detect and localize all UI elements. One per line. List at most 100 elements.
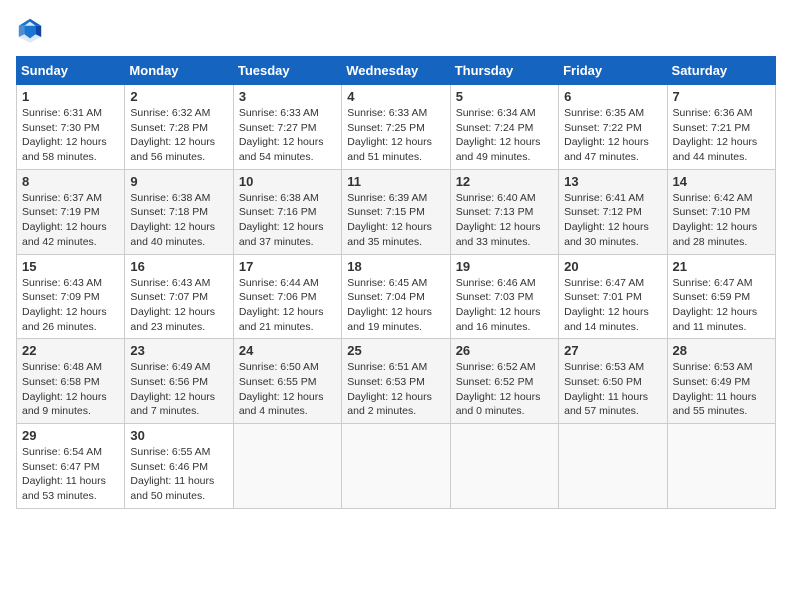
day-info: Sunrise: 6:44 AMSunset: 7:06 PMDaylight:… — [239, 276, 336, 335]
day-of-week-header: Monday — [125, 57, 233, 85]
calendar-cell — [450, 424, 558, 509]
calendar-cell: 30 Sunrise: 6:55 AMSunset: 6:46 PMDaylig… — [125, 424, 233, 509]
day-info: Sunrise: 6:48 AMSunset: 6:58 PMDaylight:… — [22, 360, 119, 419]
day-number: 20 — [564, 259, 661, 274]
day-info: Sunrise: 6:47 AMSunset: 7:01 PMDaylight:… — [564, 276, 661, 335]
day-number: 3 — [239, 89, 336, 104]
calendar-cell: 22 Sunrise: 6:48 AMSunset: 6:58 PMDaylig… — [17, 339, 125, 424]
day-number: 15 — [22, 259, 119, 274]
day-info: Sunrise: 6:36 AMSunset: 7:21 PMDaylight:… — [673, 106, 770, 165]
calendar-cell: 10 Sunrise: 6:38 AMSunset: 7:16 PMDaylig… — [233, 169, 341, 254]
day-number: 16 — [130, 259, 227, 274]
logo — [16, 16, 48, 44]
day-number: 24 — [239, 343, 336, 358]
day-number: 5 — [456, 89, 553, 104]
calendar-cell: 19 Sunrise: 6:46 AMSunset: 7:03 PMDaylig… — [450, 254, 558, 339]
day-info: Sunrise: 6:39 AMSunset: 7:15 PMDaylight:… — [347, 191, 444, 250]
calendar-cell: 9 Sunrise: 6:38 AMSunset: 7:18 PMDayligh… — [125, 169, 233, 254]
day-info: Sunrise: 6:46 AMSunset: 7:03 PMDaylight:… — [456, 276, 553, 335]
day-of-week-header: Tuesday — [233, 57, 341, 85]
day-info: Sunrise: 6:34 AMSunset: 7:24 PMDaylight:… — [456, 106, 553, 165]
calendar-cell: 1 Sunrise: 6:31 AMSunset: 7:30 PMDayligh… — [17, 85, 125, 170]
calendar-cell — [233, 424, 341, 509]
day-number: 21 — [673, 259, 770, 274]
day-number: 25 — [347, 343, 444, 358]
calendar-cell — [342, 424, 450, 509]
calendar-cell: 20 Sunrise: 6:47 AMSunset: 7:01 PMDaylig… — [559, 254, 667, 339]
day-number: 8 — [22, 174, 119, 189]
day-info: Sunrise: 6:42 AMSunset: 7:10 PMDaylight:… — [673, 191, 770, 250]
calendar-cell: 7 Sunrise: 6:36 AMSunset: 7:21 PMDayligh… — [667, 85, 775, 170]
logo-icon — [16, 16, 44, 44]
day-number: 9 — [130, 174, 227, 189]
day-info: Sunrise: 6:51 AMSunset: 6:53 PMDaylight:… — [347, 360, 444, 419]
calendar-header-row: SundayMondayTuesdayWednesdayThursdayFrid… — [17, 57, 776, 85]
day-number: 28 — [673, 343, 770, 358]
day-number: 2 — [130, 89, 227, 104]
day-info: Sunrise: 6:33 AMSunset: 7:25 PMDaylight:… — [347, 106, 444, 165]
calendar-week-row: 8 Sunrise: 6:37 AMSunset: 7:19 PMDayligh… — [17, 169, 776, 254]
day-of-week-header: Thursday — [450, 57, 558, 85]
day-number: 14 — [673, 174, 770, 189]
day-info: Sunrise: 6:35 AMSunset: 7:22 PMDaylight:… — [564, 106, 661, 165]
day-number: 1 — [22, 89, 119, 104]
day-number: 30 — [130, 428, 227, 443]
day-info: Sunrise: 6:40 AMSunset: 7:13 PMDaylight:… — [456, 191, 553, 250]
calendar-cell: 23 Sunrise: 6:49 AMSunset: 6:56 PMDaylig… — [125, 339, 233, 424]
day-of-week-header: Friday — [559, 57, 667, 85]
calendar-cell: 12 Sunrise: 6:40 AMSunset: 7:13 PMDaylig… — [450, 169, 558, 254]
calendar-cell: 2 Sunrise: 6:32 AMSunset: 7:28 PMDayligh… — [125, 85, 233, 170]
day-number: 17 — [239, 259, 336, 274]
day-info: Sunrise: 6:43 AMSunset: 7:07 PMDaylight:… — [130, 276, 227, 335]
calendar-week-row: 22 Sunrise: 6:48 AMSunset: 6:58 PMDaylig… — [17, 339, 776, 424]
day-number: 6 — [564, 89, 661, 104]
calendar-cell: 13 Sunrise: 6:41 AMSunset: 7:12 PMDaylig… — [559, 169, 667, 254]
calendar-cell — [559, 424, 667, 509]
day-number: 11 — [347, 174, 444, 189]
calendar-week-row: 15 Sunrise: 6:43 AMSunset: 7:09 PMDaylig… — [17, 254, 776, 339]
day-of-week-header: Saturday — [667, 57, 775, 85]
day-info: Sunrise: 6:50 AMSunset: 6:55 PMDaylight:… — [239, 360, 336, 419]
day-number: 7 — [673, 89, 770, 104]
day-of-week-header: Sunday — [17, 57, 125, 85]
calendar-cell: 11 Sunrise: 6:39 AMSunset: 7:15 PMDaylig… — [342, 169, 450, 254]
day-info: Sunrise: 6:41 AMSunset: 7:12 PMDaylight:… — [564, 191, 661, 250]
day-info: Sunrise: 6:38 AMSunset: 7:18 PMDaylight:… — [130, 191, 227, 250]
calendar-cell: 17 Sunrise: 6:44 AMSunset: 7:06 PMDaylig… — [233, 254, 341, 339]
calendar-cell: 4 Sunrise: 6:33 AMSunset: 7:25 PMDayligh… — [342, 85, 450, 170]
day-info: Sunrise: 6:52 AMSunset: 6:52 PMDaylight:… — [456, 360, 553, 419]
day-info: Sunrise: 6:53 AMSunset: 6:49 PMDaylight:… — [673, 360, 770, 419]
calendar-cell: 5 Sunrise: 6:34 AMSunset: 7:24 PMDayligh… — [450, 85, 558, 170]
day-info: Sunrise: 6:47 AMSunset: 6:59 PMDaylight:… — [673, 276, 770, 335]
day-number: 18 — [347, 259, 444, 274]
calendar-cell: 29 Sunrise: 6:54 AMSunset: 6:47 PMDaylig… — [17, 424, 125, 509]
calendar-cell: 25 Sunrise: 6:51 AMSunset: 6:53 PMDaylig… — [342, 339, 450, 424]
day-info: Sunrise: 6:49 AMSunset: 6:56 PMDaylight:… — [130, 360, 227, 419]
day-info: Sunrise: 6:54 AMSunset: 6:47 PMDaylight:… — [22, 445, 119, 504]
day-number: 23 — [130, 343, 227, 358]
calendar-cell: 28 Sunrise: 6:53 AMSunset: 6:49 PMDaylig… — [667, 339, 775, 424]
day-number: 27 — [564, 343, 661, 358]
day-number: 26 — [456, 343, 553, 358]
day-number: 19 — [456, 259, 553, 274]
day-info: Sunrise: 6:53 AMSunset: 6:50 PMDaylight:… — [564, 360, 661, 419]
calendar-cell: 21 Sunrise: 6:47 AMSunset: 6:59 PMDaylig… — [667, 254, 775, 339]
calendar-cell: 27 Sunrise: 6:53 AMSunset: 6:50 PMDaylig… — [559, 339, 667, 424]
calendar-cell: 24 Sunrise: 6:50 AMSunset: 6:55 PMDaylig… — [233, 339, 341, 424]
calendar-cell — [667, 424, 775, 509]
day-number: 22 — [22, 343, 119, 358]
day-info: Sunrise: 6:31 AMSunset: 7:30 PMDaylight:… — [22, 106, 119, 165]
day-info: Sunrise: 6:37 AMSunset: 7:19 PMDaylight:… — [22, 191, 119, 250]
calendar-week-row: 29 Sunrise: 6:54 AMSunset: 6:47 PMDaylig… — [17, 424, 776, 509]
calendar-cell: 6 Sunrise: 6:35 AMSunset: 7:22 PMDayligh… — [559, 85, 667, 170]
calendar-cell: 16 Sunrise: 6:43 AMSunset: 7:07 PMDaylig… — [125, 254, 233, 339]
day-number: 4 — [347, 89, 444, 104]
calendar-table: SundayMondayTuesdayWednesdayThursdayFrid… — [16, 56, 776, 509]
day-number: 10 — [239, 174, 336, 189]
day-info: Sunrise: 6:55 AMSunset: 6:46 PMDaylight:… — [130, 445, 227, 504]
calendar-cell: 3 Sunrise: 6:33 AMSunset: 7:27 PMDayligh… — [233, 85, 341, 170]
day-number: 13 — [564, 174, 661, 189]
day-number: 12 — [456, 174, 553, 189]
calendar-cell: 15 Sunrise: 6:43 AMSunset: 7:09 PMDaylig… — [17, 254, 125, 339]
day-of-week-header: Wednesday — [342, 57, 450, 85]
